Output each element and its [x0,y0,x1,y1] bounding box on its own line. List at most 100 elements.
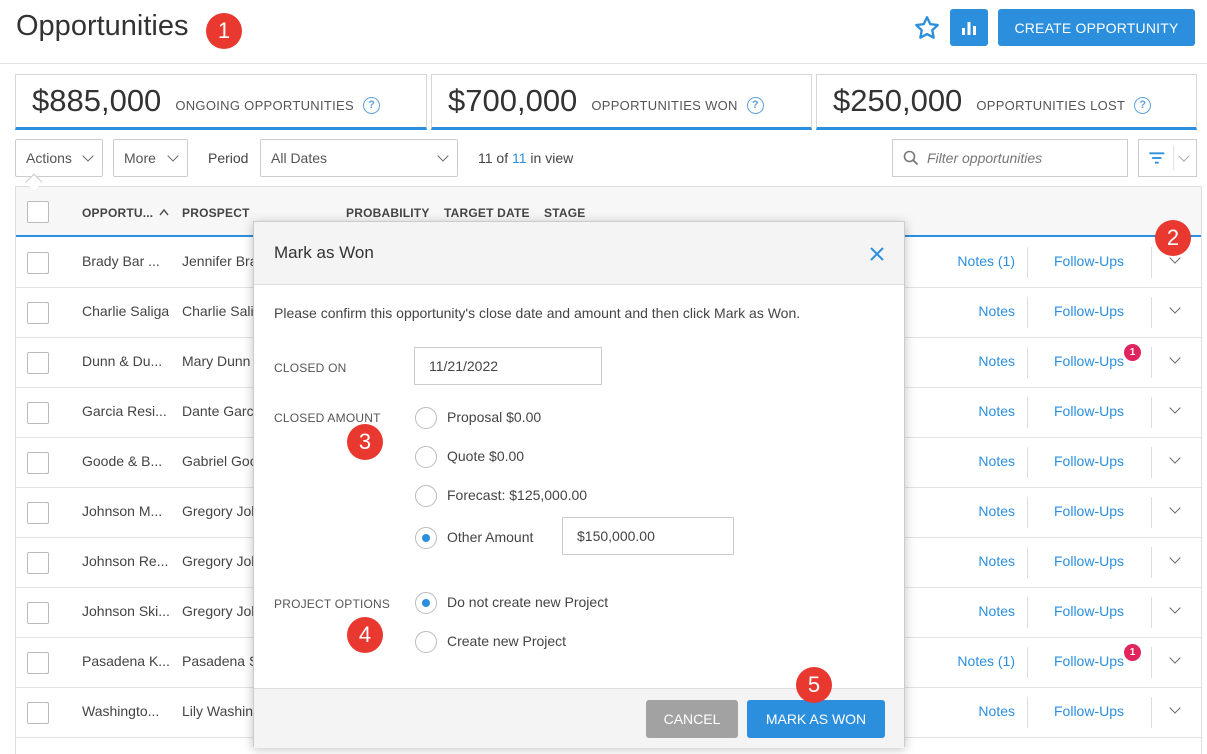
notes-link[interactable]: Notes [978,503,1015,519]
closed-amount-option-label[interactable]: Proposal $0.00 [447,409,541,425]
project-option-label[interactable]: Do not create new Project [447,594,608,610]
period-select[interactable]: All Dates [260,139,458,177]
prospect-name[interactable]: Jennifer Bra [182,253,257,269]
follow-ups-link[interactable]: Follow-Ups [1054,303,1124,319]
opportunity-name[interactable]: Johnson Re... [82,553,168,569]
follow-ups-link[interactable]: Follow-Ups [1054,553,1124,569]
opportunity-name[interactable]: Garcia Resi... [82,403,167,419]
closed-amount-option-label[interactable]: Forecast: $125,000.00 [447,487,587,503]
create-opportunity-button[interactable]: CREATE OPPORTUNITY [998,9,1195,46]
closed-amount-radio[interactable] [415,407,437,429]
chevron-down-icon[interactable] [1178,150,1190,162]
chevron-down-icon[interactable] [1169,652,1181,664]
notes-link[interactable]: Notes (1) [957,253,1015,269]
chevron-down-icon[interactable] [1169,702,1181,714]
favorite-button[interactable] [911,12,943,44]
reports-button[interactable] [950,9,988,46]
prospect-name[interactable]: Gabriel Goo [182,453,257,469]
notes-link[interactable]: Notes [978,353,1015,369]
closed-amount-radio[interactable] [415,446,437,468]
opportunity-name[interactable]: Pasadena K... [82,653,170,669]
prospect-name[interactable]: Pasadena S [182,653,258,669]
prospect-name[interactable]: Dante Garc [182,403,254,419]
chevron-down-icon[interactable] [1169,602,1181,614]
actions-dropdown[interactable]: Actions [15,139,103,177]
cancel-button[interactable]: CANCEL [646,700,738,738]
divider [1027,397,1028,428]
mark-as-won-button[interactable]: MARK AS WON [747,700,885,738]
prospect-name[interactable]: Mary Dunn [182,353,250,369]
help-icon[interactable]: ? [363,96,381,114]
notes-link[interactable]: Notes [978,603,1015,619]
row-checkbox[interactable] [27,502,49,524]
closed-amount-option-label[interactable]: Other Amount [447,529,533,545]
prospect-name[interactable]: Gregory Joh [182,553,259,569]
follow-ups-link[interactable]: Follow-Ups [1054,353,1124,369]
more-dropdown[interactable]: More [113,139,188,177]
opportunity-name[interactable]: Goode & B... [82,453,162,469]
stat-card-lost[interactable]: $250,000 OPPORTUNITIES LOST ? [816,74,1197,130]
column-opportunity[interactable]: OPPORTU... [82,206,153,220]
stat-card-won[interactable]: $700,000 OPPORTUNITIES WON ? [431,74,812,130]
opportunity-name[interactable]: Johnson Ski... [82,603,170,619]
stat-card-ongoing[interactable]: $885,000 ONGOING OPPORTUNITIES ? [15,74,427,130]
prospect-name[interactable]: Charlie Sali [182,303,254,319]
chevron-down-icon[interactable] [1169,352,1181,364]
closed-on-date-input[interactable]: 11/21/2022 [414,347,602,385]
opportunity-name[interactable]: Brady Bar ... [82,253,160,269]
project-option-label[interactable]: Create new Project [447,633,566,649]
row-checkbox[interactable] [27,702,49,724]
help-icon[interactable]: ? [746,96,764,114]
closed-amount-radio[interactable] [415,527,437,549]
filter-button[interactable] [1138,139,1197,177]
column-prospect[interactable]: PROSPECT [182,206,250,220]
opportunity-name[interactable]: Dunn & Du... [82,353,162,369]
column-probability[interactable]: PROBABILITY [346,206,430,220]
close-icon[interactable] [870,247,884,261]
follow-ups-link[interactable]: Follow-Ups [1054,453,1124,469]
chevron-down-icon[interactable] [1169,452,1181,464]
filter-icon [1149,145,1175,171]
notes-link[interactable]: Notes [978,403,1015,419]
notes-link[interactable]: Notes [978,303,1015,319]
notes-link[interactable]: Notes [978,703,1015,719]
help-icon[interactable]: ? [1134,96,1152,114]
closed-amount-option-label[interactable]: Quote $0.00 [447,448,524,464]
select-all-checkbox[interactable] [27,201,49,223]
row-checkbox[interactable] [27,552,49,574]
chevron-down-icon[interactable] [1169,402,1181,414]
caret-up-icon[interactable] [159,208,169,216]
project-option-radio[interactable] [415,631,437,653]
row-checkbox[interactable] [27,302,49,324]
chevron-down-icon[interactable] [1169,552,1181,564]
notes-link[interactable]: Notes [978,553,1015,569]
opportunity-name[interactable]: Charlie Saliga [82,303,169,319]
notes-link[interactable]: Notes [978,453,1015,469]
follow-ups-link[interactable]: Follow-Ups [1054,503,1124,519]
prospect-name[interactable]: Gregory Joh [182,503,259,519]
row-checkbox[interactable] [27,652,49,674]
other-amount-input[interactable]: $150,000.00 [562,517,734,555]
row-checkbox[interactable] [27,252,49,274]
follow-ups-link[interactable]: Follow-Ups [1054,253,1124,269]
opportunity-name[interactable]: Johnson M... [82,503,162,519]
column-target-date[interactable]: TARGET DATE [444,206,530,220]
chevron-down-icon[interactable] [1169,302,1181,314]
closed-amount-radio[interactable] [415,485,437,507]
row-checkbox[interactable] [27,602,49,624]
project-option-radio[interactable] [415,592,437,614]
prospect-name[interactable]: Lily Washin [182,703,253,719]
row-checkbox[interactable] [27,402,49,424]
follow-ups-link[interactable]: Follow-Ups [1054,603,1124,619]
filter-input[interactable]: Filter opportunities [892,139,1128,177]
column-stage[interactable]: STAGE [544,206,585,220]
row-checkbox[interactable] [27,452,49,474]
follow-ups-link[interactable]: Follow-Ups [1054,653,1124,669]
opportunity-name[interactable]: Washingto... [82,703,159,719]
prospect-name[interactable]: Gregory Joh [182,603,259,619]
follow-ups-link[interactable]: Follow-Ups [1054,403,1124,419]
chevron-down-icon[interactable] [1169,502,1181,514]
follow-ups-link[interactable]: Follow-Ups [1054,703,1124,719]
row-checkbox[interactable] [27,352,49,374]
notes-link[interactable]: Notes (1) [957,653,1015,669]
